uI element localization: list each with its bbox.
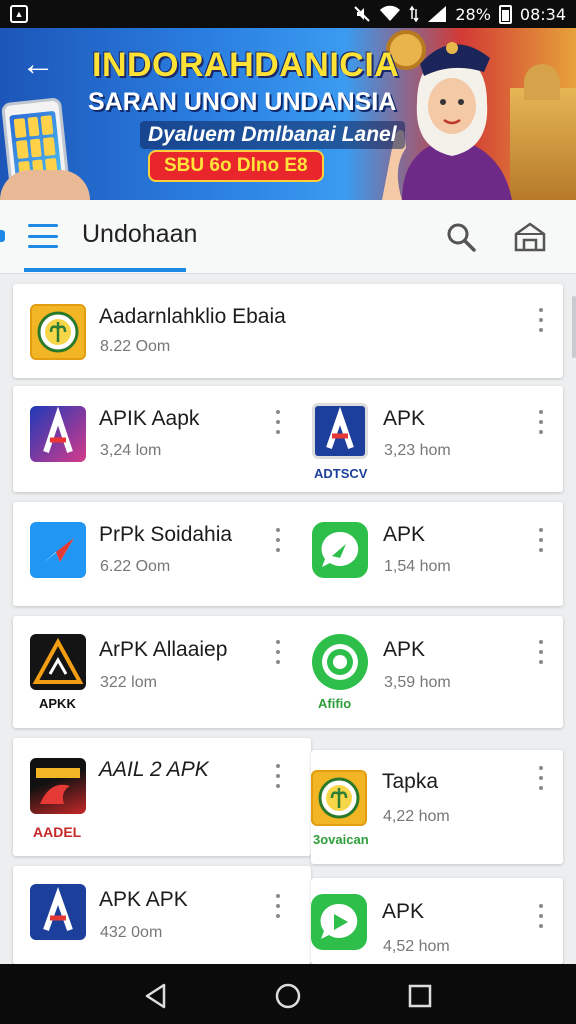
edge-marker [0,230,5,242]
app-caption: APKK [39,696,76,711]
more-options-icon[interactable] [536,308,546,332]
menu-icon[interactable] [28,224,58,248]
app-size: 4,52 hom [383,938,450,955]
banner-subtitle: SARAN UNON UNDANSIA [88,88,397,116]
apk-triangle-icon [30,406,86,462]
hand-illustration [0,170,90,200]
app-size: 322 lom [100,674,157,691]
back-icon[interactable] [142,982,170,1010]
app-name: APK [383,638,426,661]
banner-promo-pill[interactable]: SBU 6o Dlno E8 [148,150,324,182]
app-card[interactable]: APK APK 432 0om [13,866,311,964]
more-options-icon[interactable] [273,410,283,434]
mute-icon [354,6,371,22]
recents-icon[interactable] [406,982,434,1010]
more-options-icon[interactable] [273,764,283,788]
app-size: 3,59 hom [384,674,451,691]
more-options-icon[interactable] [536,640,546,664]
play-bubble-icon [311,894,367,950]
banner-tagline: Dyaluem Dmlbanai Lanel [140,121,405,149]
app-name: APIK Aapk [99,407,200,430]
app-caption: 3ovaican [313,832,369,847]
store-icon[interactable] [512,220,548,254]
list-item[interactable]: ADTSCV APK 3,23 hom [295,386,563,492]
navigation-bar [0,964,576,1024]
app-card[interactable]: Aadarnlahklio Ebaia 8.22 Oom [13,284,563,378]
notification-icon: ▲ [10,5,28,23]
app-name: APK [383,407,426,430]
app-name: APK APK [99,888,188,911]
app-card[interactable]: APKK ArPK Allaaiep 322 lom Afifio APK 3,… [13,616,563,728]
more-options-icon[interactable] [536,766,546,790]
app-name: APK [382,900,425,923]
more-options-icon[interactable] [536,410,546,434]
list-item[interactable]: 3ovaican Tapka 4,22 hom [311,750,563,864]
list-item[interactable]: APK 1,54 hom [295,502,563,606]
app-card[interactable]: APK 4,52 hom [311,878,563,964]
chat-bubble-icon [312,522,368,578]
app-card[interactable]: AADEL AAIL 2 APK [13,738,311,856]
app-caption: AADEL [33,824,82,840]
arrow-logo-icon [30,522,86,578]
leaf-emblem-icon [311,770,367,826]
app-bar: Undohaan [0,200,576,274]
app-size: 3,23 hom [384,442,451,459]
more-options-icon[interactable] [273,894,283,918]
app-name: Tapka [382,770,439,793]
search-icon[interactable] [444,220,478,254]
list-item[interactable]: APIK Aapk 3,24 lom [13,386,295,492]
scrollbar[interactable] [572,296,576,358]
app-size: 6.22 Oom [100,558,171,575]
app-size: 8.22 Oom [100,338,171,355]
more-options-icon[interactable] [536,528,546,552]
flame-logo-icon [30,758,86,814]
clock: 08:34 [519,4,566,24]
app-name: ArPK Allaaiep [99,638,228,661]
app-card[interactable]: APIK Aapk 3,24 lom ADTSCV APK 3,23 hom [13,386,563,492]
battery-percent: 28% [455,4,491,24]
app-size: 3,24 lom [100,442,162,459]
more-options-icon[interactable] [273,528,283,552]
home-icon[interactable] [274,982,302,1010]
app-size: 432 0om [100,924,163,941]
status-bar: ▲ 28% 08:34 [0,0,576,28]
data-icon [409,5,419,23]
target-circle-icon [312,634,368,690]
list-item[interactable]: AADEL AAIL 2 APK [13,738,311,856]
warning-triangle-icon [30,634,86,690]
app-card[interactable]: 3ovaican Tapka 4,22 hom [311,750,563,864]
list-item[interactable]: Afifio APK 3,59 hom [295,616,563,728]
list-item[interactable]: APKK ArPK Allaaiep 322 lom [13,616,295,728]
app-bar-title: Undohaan [82,220,198,248]
list-item[interactable]: APK APK 432 0om [13,866,311,964]
signal-icon [428,6,447,22]
app-size: 4,22 hom [383,808,450,825]
back-arrow-icon[interactable]: ← [18,44,58,84]
wifi-icon [380,5,401,21]
apk-shield-icon [30,884,86,940]
app-name: Aadarnlahklio Ebaia [99,305,286,328]
apk-shield-icon [312,403,368,459]
promo-banner[interactable]: ← INDORAHDANICIA SARAN UNON UNDANSIA Dya… [0,28,576,200]
active-tab-indicator [24,268,186,272]
app-name: APK [383,523,426,546]
app-name: PrPk Soidahia [99,523,233,546]
more-options-icon[interactable] [273,640,283,664]
app-name: AAIL 2 APK [99,758,209,781]
app-size: 1,54 hom [384,558,451,575]
list-item[interactable]: APK 4,52 hom [311,878,563,964]
leaf-emblem-icon [30,304,86,360]
list-item[interactable]: PrPk Soidahia 6.22 Oom [13,502,295,606]
app-caption: ADTSCV [314,466,368,481]
battery-icon [498,4,512,24]
app-caption: Afifio [318,696,352,711]
more-options-icon[interactable] [536,904,546,928]
app-card[interactable]: PrPk Soidahia 6.22 Oom APK 1,54 hom [13,502,563,606]
list-item[interactable]: Aadarnlahklio Ebaia 8.22 Oom [13,284,563,378]
banner-title: INDORAHDANICIA [92,46,400,84]
